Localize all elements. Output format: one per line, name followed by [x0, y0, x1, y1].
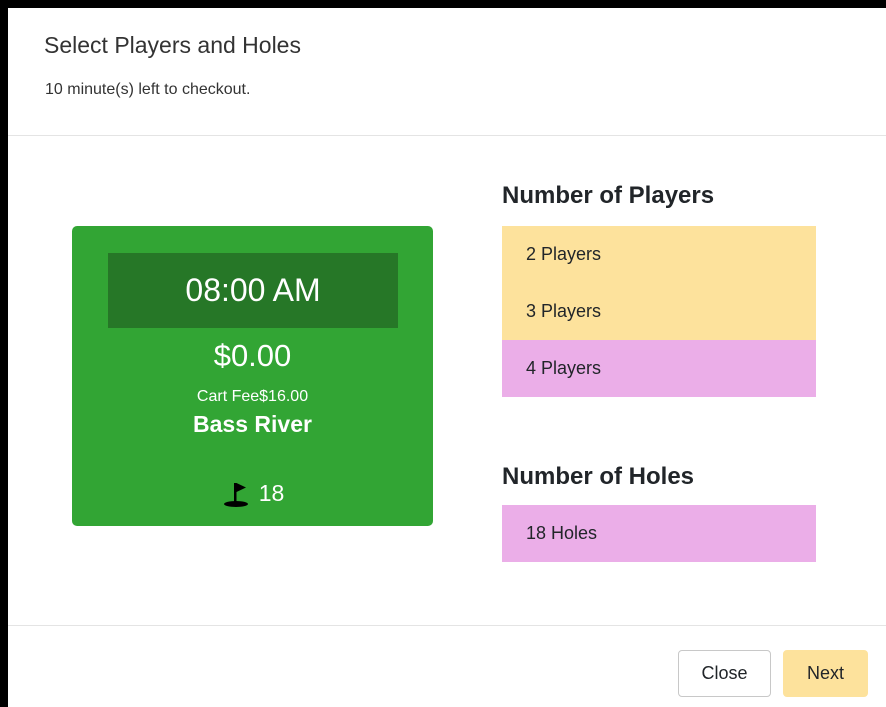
option-label: 4 Players	[526, 358, 602, 378]
modal-title: Select Players and Holes	[44, 32, 301, 58]
cart-fee-value: $16.00	[259, 388, 309, 405]
option-label: 3 Players	[526, 301, 602, 321]
modal-header: Select Players and Holes 10 minute(s) le…	[8, 8, 886, 136]
option-label: 18 Holes	[526, 523, 598, 543]
tee-holes: 18	[72, 478, 433, 508]
next-button[interactable]: Next	[783, 650, 868, 697]
close-button[interactable]: Close	[678, 650, 771, 697]
cart-fee-label: Cart Fee	[196, 388, 260, 405]
option-3-players[interactable]: 3 Players	[502, 283, 816, 340]
players-section-title: Number of Players	[502, 182, 715, 209]
tee-time-card: 08:00 AM $0.00 Cart Fee$16.00 Bass River…	[72, 226, 433, 526]
option-18-holes[interactable]: 18 Holes	[502, 505, 816, 562]
tee-time: 08:00 AM	[108, 253, 398, 328]
modal-footer: Close Next	[8, 625, 886, 707]
option-2-players[interactable]: 2 Players	[502, 226, 816, 283]
tee-holes-count: 18	[258, 479, 285, 506]
tee-price: $0.00	[213, 338, 292, 373]
option-label: 2 Players	[526, 244, 602, 264]
checkout-timer-text: 10 minute(s) left to checkout.	[45, 81, 251, 98]
players-options: 2 Players 3 Players 4 Players	[502, 226, 816, 397]
cart-fee: Cart Fee$16.00	[72, 388, 433, 406]
holes-options: 18 Holes	[502, 505, 816, 562]
select-players-modal: Select Players and Holes 10 minute(s) le…	[8, 8, 886, 707]
course-name: Bass River	[193, 411, 312, 437]
holes-section-title: Number of Holes	[502, 463, 695, 490]
golf-flag-icon	[221, 478, 251, 508]
option-4-players[interactable]: 4 Players	[502, 340, 816, 397]
